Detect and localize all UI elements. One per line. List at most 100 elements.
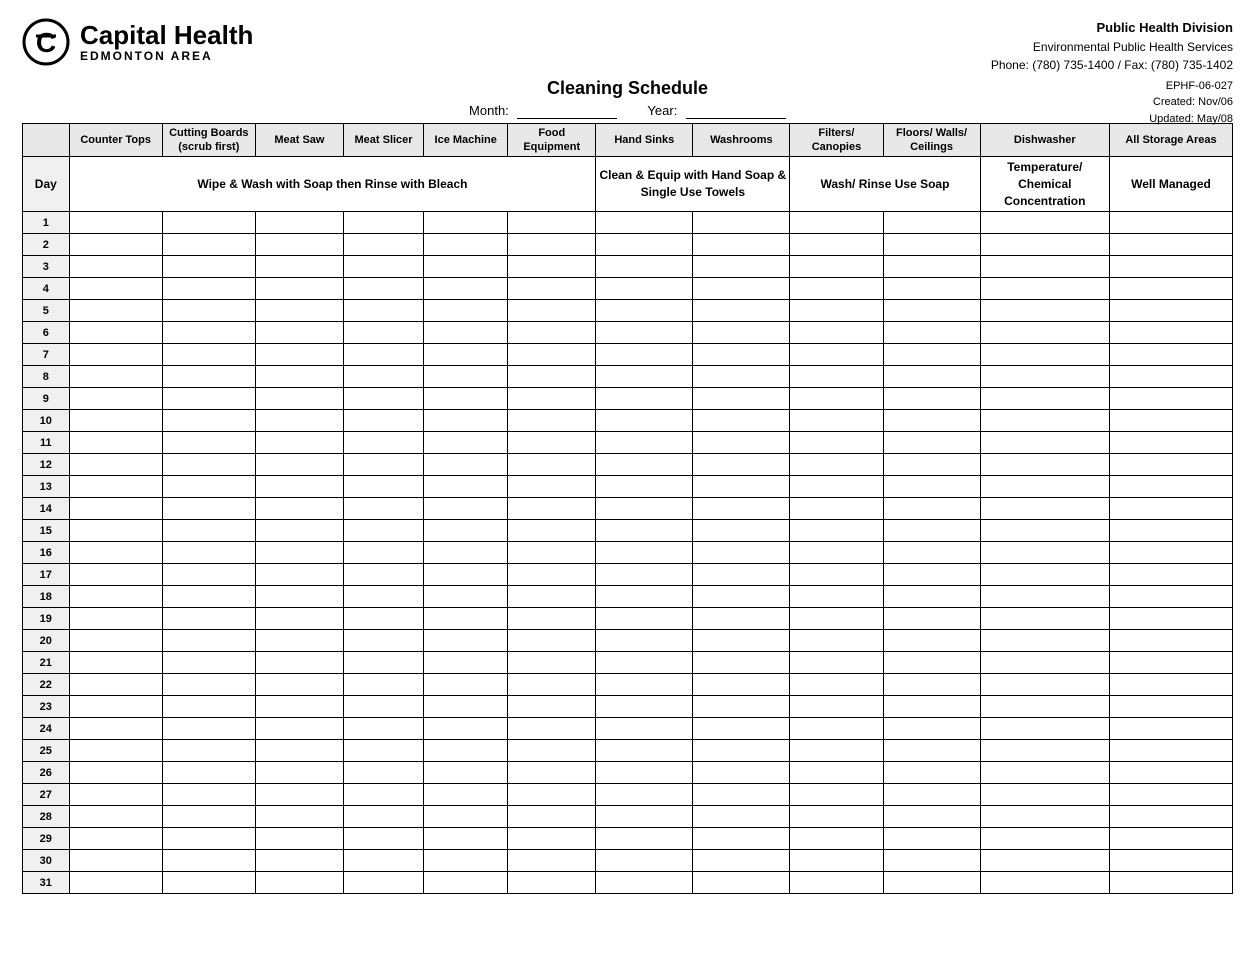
data-cell[interactable] <box>69 344 162 366</box>
data-cell[interactable] <box>693 806 790 828</box>
data-cell[interactable] <box>343 278 423 300</box>
data-cell[interactable] <box>162 520 255 542</box>
data-cell[interactable] <box>883 696 980 718</box>
data-cell[interactable] <box>693 652 790 674</box>
data-cell[interactable] <box>424 498 508 520</box>
data-cell[interactable] <box>255 652 343 674</box>
data-cell[interactable] <box>1109 366 1232 388</box>
data-cell[interactable] <box>883 344 980 366</box>
data-cell[interactable] <box>980 410 1109 432</box>
data-cell[interactable] <box>69 388 162 410</box>
data-cell[interactable] <box>1109 608 1232 630</box>
data-cell[interactable] <box>596 674 693 696</box>
data-cell[interactable] <box>596 564 693 586</box>
data-cell[interactable] <box>255 454 343 476</box>
data-cell[interactable] <box>424 586 508 608</box>
data-cell[interactable] <box>693 718 790 740</box>
data-cell[interactable] <box>255 388 343 410</box>
data-cell[interactable] <box>162 476 255 498</box>
data-cell[interactable] <box>343 784 423 806</box>
data-cell[interactable] <box>162 212 255 234</box>
data-cell[interactable] <box>1109 630 1232 652</box>
data-cell[interactable] <box>162 696 255 718</box>
data-cell[interactable] <box>790 718 883 740</box>
data-cell[interactable] <box>693 762 790 784</box>
data-cell[interactable] <box>69 586 162 608</box>
data-cell[interactable] <box>69 256 162 278</box>
data-cell[interactable] <box>255 476 343 498</box>
data-cell[interactable] <box>508 872 596 894</box>
data-cell[interactable] <box>162 432 255 454</box>
data-cell[interactable] <box>596 344 693 366</box>
data-cell[interactable] <box>883 542 980 564</box>
data-cell[interactable] <box>255 872 343 894</box>
data-cell[interactable] <box>980 762 1109 784</box>
data-cell[interactable] <box>790 212 883 234</box>
data-cell[interactable] <box>1109 520 1232 542</box>
data-cell[interactable] <box>1109 410 1232 432</box>
data-cell[interactable] <box>69 630 162 652</box>
data-cell[interactable] <box>596 806 693 828</box>
data-cell[interactable] <box>1109 498 1232 520</box>
data-cell[interactable] <box>255 498 343 520</box>
data-cell[interactable] <box>1109 212 1232 234</box>
data-cell[interactable] <box>596 454 693 476</box>
data-cell[interactable] <box>1109 388 1232 410</box>
data-cell[interactable] <box>69 564 162 586</box>
data-cell[interactable] <box>508 784 596 806</box>
data-cell[interactable] <box>790 256 883 278</box>
data-cell[interactable] <box>343 410 423 432</box>
data-cell[interactable] <box>883 652 980 674</box>
data-cell[interactable] <box>162 784 255 806</box>
data-cell[interactable] <box>162 542 255 564</box>
data-cell[interactable] <box>980 784 1109 806</box>
data-cell[interactable] <box>693 696 790 718</box>
data-cell[interactable] <box>883 520 980 542</box>
data-cell[interactable] <box>69 872 162 894</box>
data-cell[interactable] <box>1109 674 1232 696</box>
data-cell[interactable] <box>508 322 596 344</box>
data-cell[interactable] <box>162 630 255 652</box>
data-cell[interactable] <box>980 432 1109 454</box>
data-cell[interactable] <box>255 696 343 718</box>
data-cell[interactable] <box>343 256 423 278</box>
data-cell[interactable] <box>255 828 343 850</box>
data-cell[interactable] <box>343 674 423 696</box>
data-cell[interactable] <box>508 586 596 608</box>
data-cell[interactable] <box>343 388 423 410</box>
data-cell[interactable] <box>980 454 1109 476</box>
data-cell[interactable] <box>508 454 596 476</box>
data-cell[interactable] <box>693 366 790 388</box>
data-cell[interactable] <box>255 256 343 278</box>
data-cell[interactable] <box>343 586 423 608</box>
data-cell[interactable] <box>255 212 343 234</box>
data-cell[interactable] <box>343 762 423 784</box>
data-cell[interactable] <box>1109 586 1232 608</box>
data-cell[interactable] <box>1109 322 1232 344</box>
data-cell[interactable] <box>162 608 255 630</box>
data-cell[interactable] <box>162 410 255 432</box>
data-cell[interactable] <box>162 256 255 278</box>
data-cell[interactable] <box>255 234 343 256</box>
data-cell[interactable] <box>980 388 1109 410</box>
data-cell[interactable] <box>255 300 343 322</box>
data-cell[interactable] <box>424 872 508 894</box>
data-cell[interactable] <box>343 366 423 388</box>
data-cell[interactable] <box>508 256 596 278</box>
data-cell[interactable] <box>883 498 980 520</box>
data-cell[interactable] <box>980 300 1109 322</box>
data-cell[interactable] <box>980 652 1109 674</box>
data-cell[interactable] <box>424 828 508 850</box>
data-cell[interactable] <box>424 784 508 806</box>
data-cell[interactable] <box>596 476 693 498</box>
data-cell[interactable] <box>883 784 980 806</box>
data-cell[interactable] <box>596 366 693 388</box>
data-cell[interactable] <box>596 300 693 322</box>
data-cell[interactable] <box>424 234 508 256</box>
data-cell[interactable] <box>162 454 255 476</box>
data-cell[interactable] <box>69 850 162 872</box>
data-cell[interactable] <box>508 212 596 234</box>
data-cell[interactable] <box>424 454 508 476</box>
data-cell[interactable] <box>790 366 883 388</box>
data-cell[interactable] <box>424 718 508 740</box>
